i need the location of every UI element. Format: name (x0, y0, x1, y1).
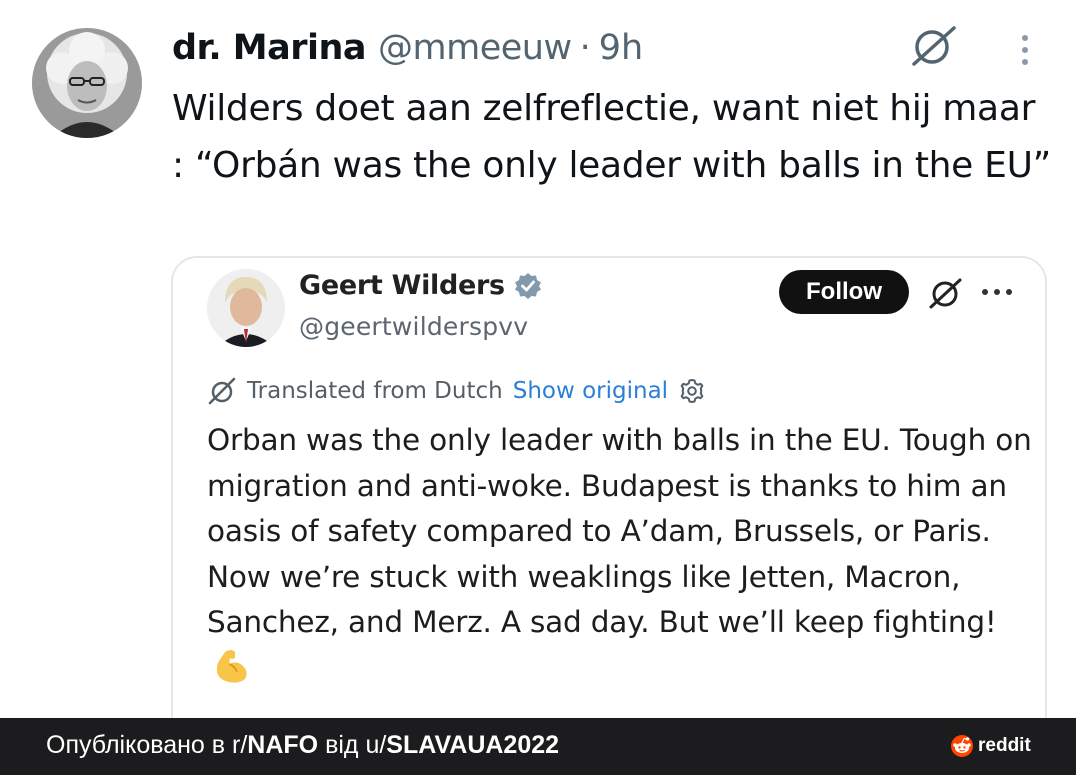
translated-label: Translated from Dutch (247, 378, 503, 404)
more-horizontal-icon[interactable] (979, 284, 1015, 300)
subreddit-name[interactable]: NAFO (247, 731, 318, 759)
show-original-link[interactable]: Show original (513, 378, 668, 404)
quoted-name-row: Geert Wilders (299, 270, 543, 301)
quoted-tweet-text: Orban was the only leader with balls in … (207, 418, 1037, 691)
more-vertical-icon[interactable] (1010, 30, 1040, 70)
tweet[interactable]: dr. Marina @mmeeuw · 9h Wilders doet aan… (0, 0, 1076, 756)
flexed-biceps-emoji (213, 646, 253, 686)
posted-in-text: Опубліковано в r/NAFO від u/SLAVAUA2022 (46, 731, 559, 760)
reddit-wordmark: reddit (978, 735, 1031, 756)
avatar[interactable] (32, 28, 142, 138)
reddit-username[interactable]: SLAVAUA2022 (386, 731, 559, 759)
verified-badge-icon (513, 271, 543, 301)
quoted-tweet[interactable]: Geert Wilders @geertwilderspvv Follow Tr… (171, 256, 1047, 756)
author-handle[interactable]: @mmeeuw (378, 28, 572, 68)
timestamp[interactable]: 9h (599, 28, 643, 68)
reddit-logo: reddit (950, 734, 1031, 758)
posted-prefix: Опубліковано в r/ (46, 731, 248, 759)
grok-icon[interactable] (908, 24, 958, 68)
quoted-text-body: Orban was the only leader with balls in … (207, 423, 1032, 639)
gear-icon[interactable] (678, 377, 706, 405)
quoted-author-name[interactable]: Geert Wilders (299, 270, 505, 301)
quoted-author-handle[interactable]: @geertwilderspvv (299, 312, 528, 341)
quoted-avatar[interactable] (207, 269, 285, 347)
separator-dot: · (579, 28, 591, 68)
author-name[interactable]: dr. Marina (172, 28, 367, 68)
grok-icon[interactable] (927, 276, 963, 310)
follow-button[interactable]: Follow (779, 270, 909, 314)
reddit-alien-icon (950, 734, 974, 758)
posted-middle: від u/ (318, 731, 387, 759)
translate-icon (207, 376, 237, 406)
tweet-text: Wilders doet aan zelfreflectie, want nie… (172, 88, 1051, 186)
reddit-footer: Опубліковано в r/NAFO від u/SLAVAUA2022 … (0, 718, 1076, 775)
tweet-header: dr. Marina @mmeeuw · 9h (172, 22, 643, 74)
translation-notice: Translated from Dutch Show original (207, 376, 706, 406)
